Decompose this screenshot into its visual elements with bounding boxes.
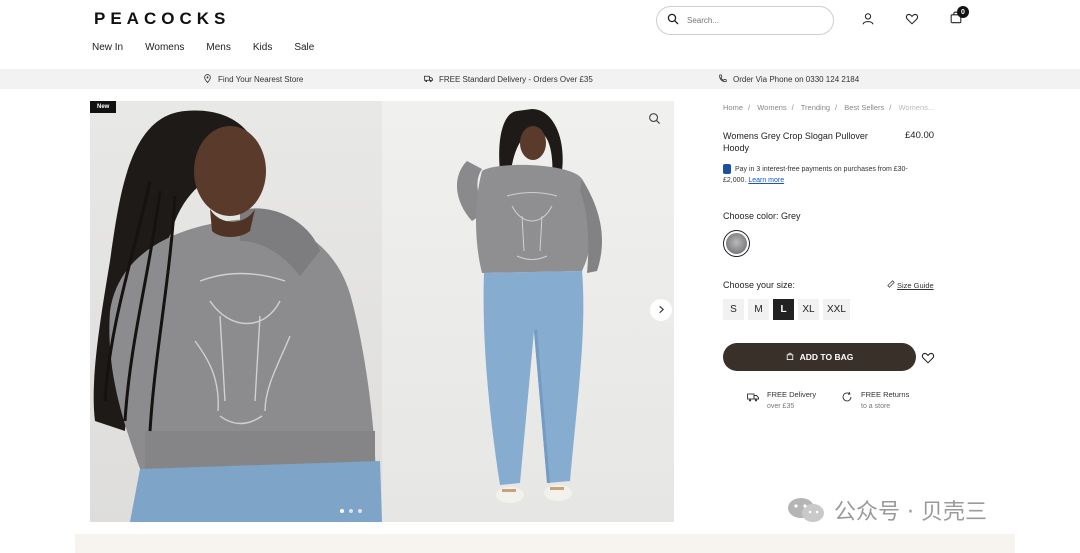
breadcrumb-womens[interactable]: Womens xyxy=(757,103,786,112)
wishlist-icon[interactable] xyxy=(904,11,920,27)
phone-icon xyxy=(718,74,727,85)
nav-item-womens[interactable]: Womens xyxy=(145,42,184,53)
search-bar[interactable] xyxy=(656,6,834,35)
perk-returns-title: FREE Returns xyxy=(861,390,910,399)
product-title: Womens Grey Crop Slogan Pullover Hoody xyxy=(723,131,868,153)
paypal-message: Pay in 3 interest-free payments on purch… xyxy=(723,164,923,186)
chevron-right-icon xyxy=(657,301,666,319)
ruler-icon xyxy=(887,280,895,290)
add-to-bag-button[interactable]: ADD TO BAG xyxy=(723,343,916,371)
carousel-dot[interactable] xyxy=(349,509,353,513)
size-guide-link[interactable]: Size Guide xyxy=(887,280,934,290)
perk-delivery-title: FREE Delivery xyxy=(767,390,817,399)
product-image-fullbody[interactable] xyxy=(382,101,674,522)
search-input[interactable] xyxy=(687,16,807,25)
carousel-dots xyxy=(340,509,362,513)
paypal-icon xyxy=(723,164,731,175)
breadcrumb-best-sellers[interactable]: Best Sellers xyxy=(844,103,884,112)
perk-returns-sub: to a store xyxy=(861,403,891,410)
location-pin-icon xyxy=(203,74,212,85)
truck-icon xyxy=(424,74,433,85)
perk-free-delivery: FREE Delivery over £35 xyxy=(747,389,816,413)
heart-icon xyxy=(921,352,935,369)
returns-icon xyxy=(841,391,853,413)
find-store-link[interactable]: Find Your Nearest Store xyxy=(203,74,303,85)
info-bar: Find Your Nearest Store FREE Standard De… xyxy=(0,69,1080,89)
carousel-dot[interactable] xyxy=(358,509,362,513)
carousel-dot[interactable] xyxy=(340,509,344,513)
size-guide-text: Size Guide xyxy=(897,280,934,290)
cart-button[interactable]: 0 xyxy=(948,6,969,27)
size-option-xl[interactable]: XL xyxy=(798,299,819,320)
phone-order-info[interactable]: Order Via Phone on 0330 124 2184 xyxy=(718,74,859,85)
size-options: S M L XL XXL xyxy=(723,299,850,320)
wechat-icon xyxy=(786,496,826,524)
watermark: 公众号 · 贝壳三 xyxy=(786,494,987,526)
new-badge: New xyxy=(90,101,117,113)
search-icon xyxy=(667,12,679,30)
product-price: £40.00 xyxy=(905,130,935,141)
next-image-button[interactable] xyxy=(650,299,672,321)
zoom-icon xyxy=(648,112,661,130)
add-to-bag-label: ADD TO BAG xyxy=(799,352,854,362)
product-gallery[interactable]: New xyxy=(90,101,674,522)
zoom-button[interactable] xyxy=(644,111,664,131)
breadcrumb-home[interactable]: Home xyxy=(723,103,743,112)
main-nav: New In Womens Mens Kids Sale xyxy=(92,42,336,53)
paypal-learn-more-link[interactable]: Learn more xyxy=(748,177,784,184)
breadcrumb-trending[interactable]: Trending xyxy=(801,103,830,112)
bag-icon xyxy=(786,352,794,362)
size-label: Choose your size: xyxy=(723,280,796,290)
truck-icon xyxy=(747,391,759,413)
nav-item-kids[interactable]: Kids xyxy=(253,42,272,53)
breadcrumb: Home / Womens / Trending / Best Sellers / Wo… xyxy=(723,103,935,112)
product-image-closeup[interactable]: New xyxy=(90,101,382,522)
nav-item-sale[interactable]: Sale xyxy=(294,42,314,53)
size-option-l[interactable]: L xyxy=(773,299,794,320)
delivery-text: FREE Standard Delivery - Orders Over £35 xyxy=(439,75,593,84)
size-option-xxl[interactable]: XXL xyxy=(823,299,850,320)
footer-band xyxy=(75,534,1015,553)
phone-text: Order Via Phone on 0330 124 2184 xyxy=(733,75,860,84)
find-store-text: Find Your Nearest Store xyxy=(218,75,304,84)
size-option-m[interactable]: M xyxy=(748,299,769,320)
breadcrumb-current: Womens... xyxy=(898,103,935,112)
size-option-s[interactable]: S xyxy=(723,299,744,320)
cart-count-badge: 0 xyxy=(957,6,969,18)
color-swatch-grey[interactable] xyxy=(723,230,750,257)
watermark-text: 公众号 · 贝壳三 xyxy=(834,500,987,525)
account-icon[interactable] xyxy=(860,11,876,27)
nav-item-mens[interactable]: Mens xyxy=(206,42,230,53)
perk-free-returns: FREE Returns to a store xyxy=(841,389,909,413)
add-to-wishlist-button[interactable] xyxy=(921,351,935,365)
perk-delivery-sub: over £35 xyxy=(767,403,795,410)
nav-item-new-in[interactable]: New In xyxy=(92,42,123,53)
brand-logo[interactable]: PEACOCKS xyxy=(94,9,230,29)
color-label: Choose color: Grey xyxy=(723,211,801,221)
delivery-info[interactable]: FREE Standard Delivery - Orders Over £35 xyxy=(424,74,593,85)
